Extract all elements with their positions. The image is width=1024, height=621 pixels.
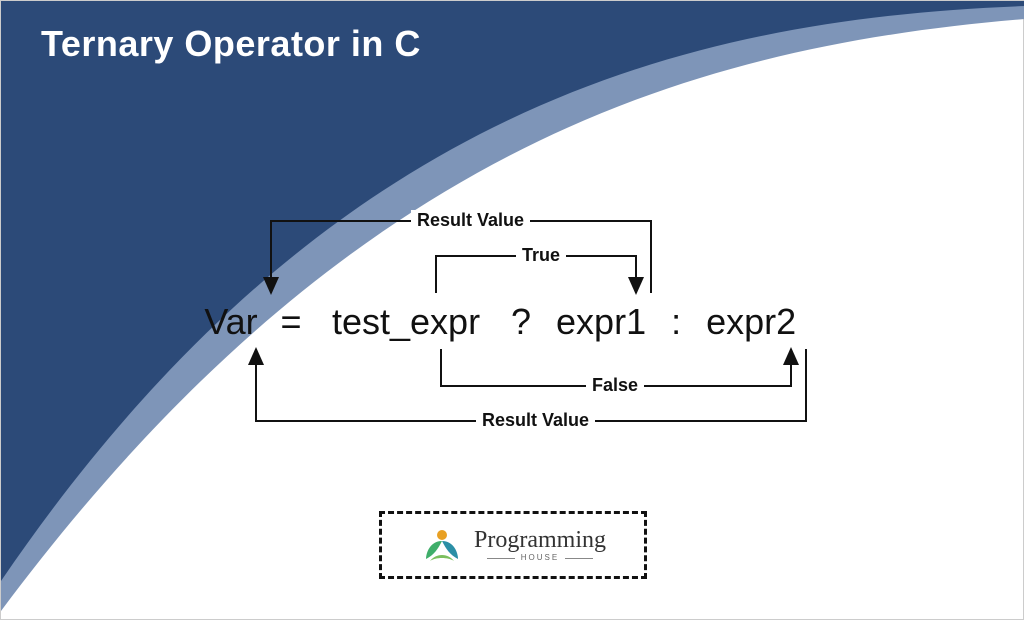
logo-text: Programming HOUSE <box>474 528 606 562</box>
token-expr1: expr1 <box>546 301 656 343</box>
token-colon: : <box>666 301 686 343</box>
logo-box: Programming HOUSE <box>379 511 647 579</box>
token-expr2: expr2 <box>696 301 806 343</box>
page-title: Ternary Operator in C <box>41 23 421 65</box>
logo-name: Programming <box>474 528 606 552</box>
label-true: True <box>516 245 566 266</box>
label-false: False <box>586 375 644 396</box>
ternary-expression: Var = test_expr ? expr1 : expr2 <box>196 301 856 343</box>
token-qmark: ? <box>506 301 536 343</box>
label-result-top: Result Value <box>411 210 530 231</box>
token-var: Var <box>196 301 266 343</box>
token-eq: = <box>276 301 306 343</box>
ternary-diagram: Result Value True False Result Value Var… <box>196 201 856 451</box>
label-result-bottom: Result Value <box>476 410 595 431</box>
logo-icon <box>420 523 464 567</box>
token-test: test_expr <box>316 301 496 343</box>
logo-subtitle: HOUSE <box>487 554 593 562</box>
